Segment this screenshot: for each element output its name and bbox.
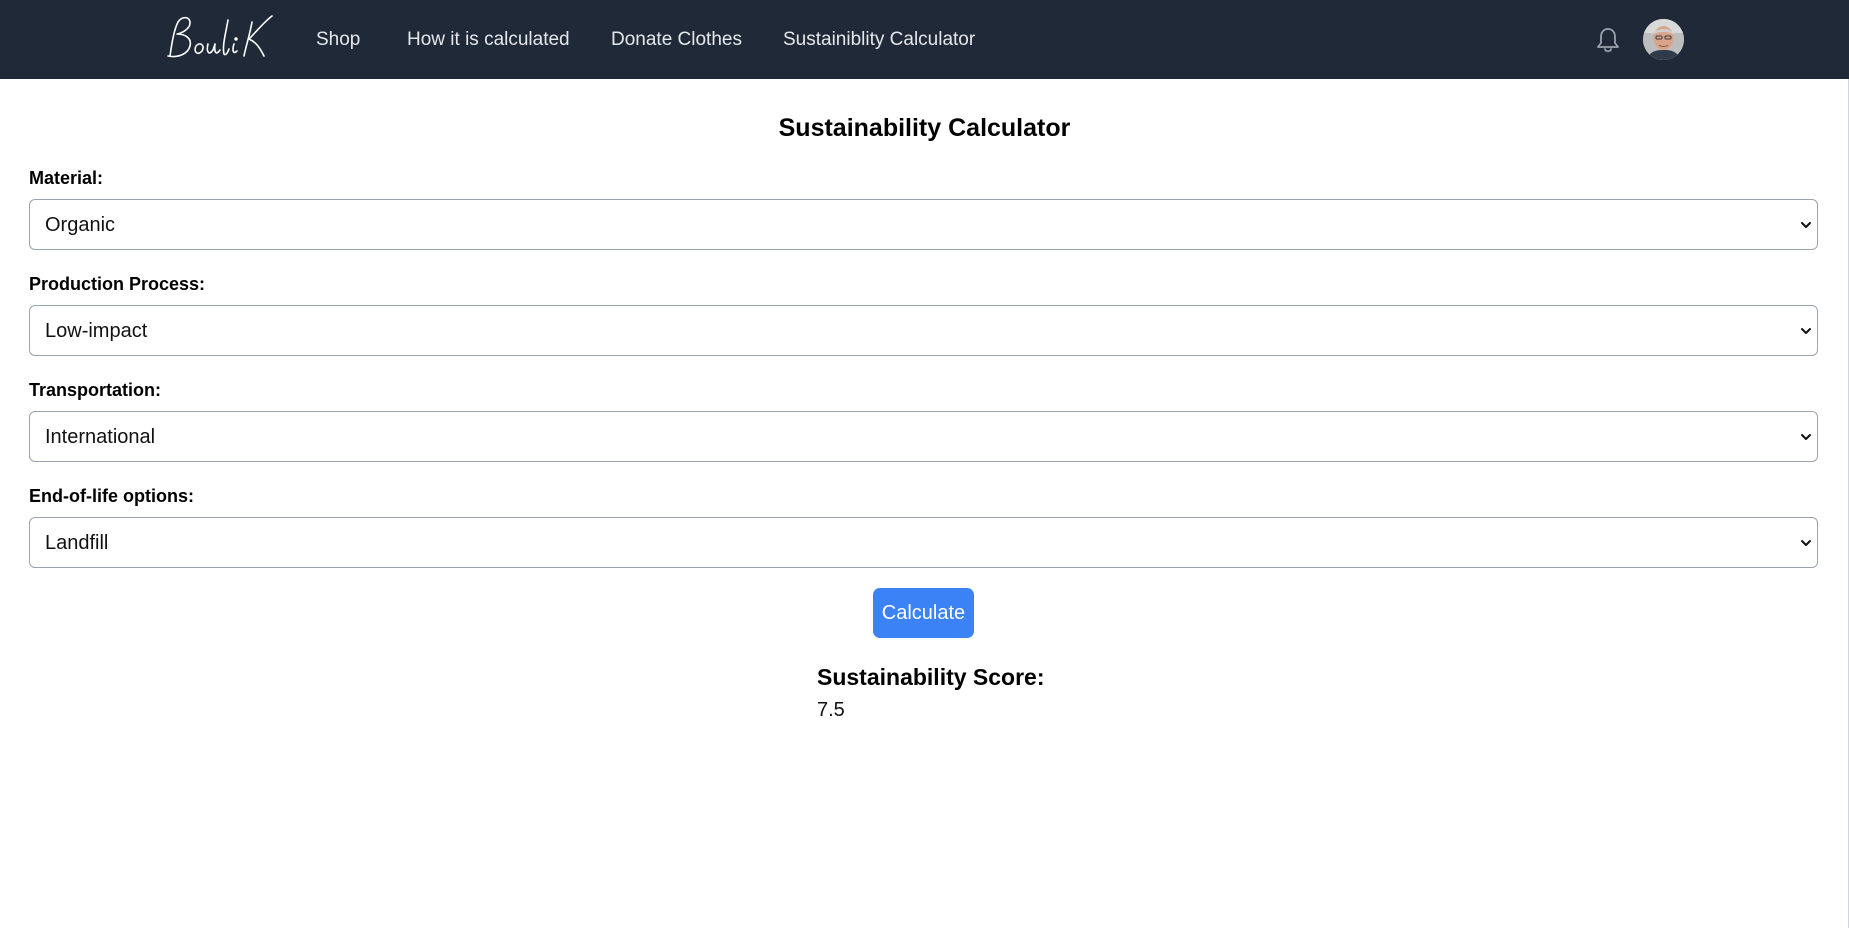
transportation-label: Transportation: [29,380,162,400]
brand-logo-script [167,15,273,58]
chevron-down-icon [1799,218,1813,232]
page: Shop How it is calculated Donate Clothes… [0,0,1849,928]
production-process-label: Production Process: [29,274,206,294]
material-select[interactable]: Organic [29,199,1818,250]
calculate-button[interactable]: Calculate [873,588,974,638]
score-value: 7.5 [817,699,845,721]
nav-link-shop[interactable]: Shop [316,28,360,52]
transportation-select-value: International [45,426,156,448]
page-title: Sustainability Calculator [778,114,1071,142]
avatar[interactable] [1643,19,1684,60]
production-process-select-value: Low-impact [45,320,148,342]
transportation-select[interactable]: International [29,411,1818,462]
top-navbar: Shop How it is calculated Donate Clothes… [0,0,1849,79]
end-of-life-select-value: Landfill [45,532,109,554]
chevron-down-icon [1799,430,1813,444]
user-avatar-image [1643,19,1684,60]
material-label: Material: [29,168,104,188]
nav-link-how-it-is-calculated[interactable]: How it is calculated [407,28,570,52]
end-of-life-label: End-of-life options: [29,486,194,506]
chevron-down-icon [1799,536,1813,550]
nav-link-sustainability-calculator[interactable]: Sustainiblity Calculator [783,28,975,52]
bell-icon[interactable] [1595,26,1621,54]
production-process-select[interactable]: Low-impact [29,305,1818,356]
brand-logo[interactable] [160,12,276,64]
chevron-down-icon [1799,324,1813,338]
nav-link-donate-clothes[interactable]: Donate Clothes [611,28,742,52]
material-select-value: Organic [45,214,116,236]
end-of-life-select[interactable]: Landfill [29,517,1818,568]
score-heading: Sustainability Score: [817,664,1045,690]
